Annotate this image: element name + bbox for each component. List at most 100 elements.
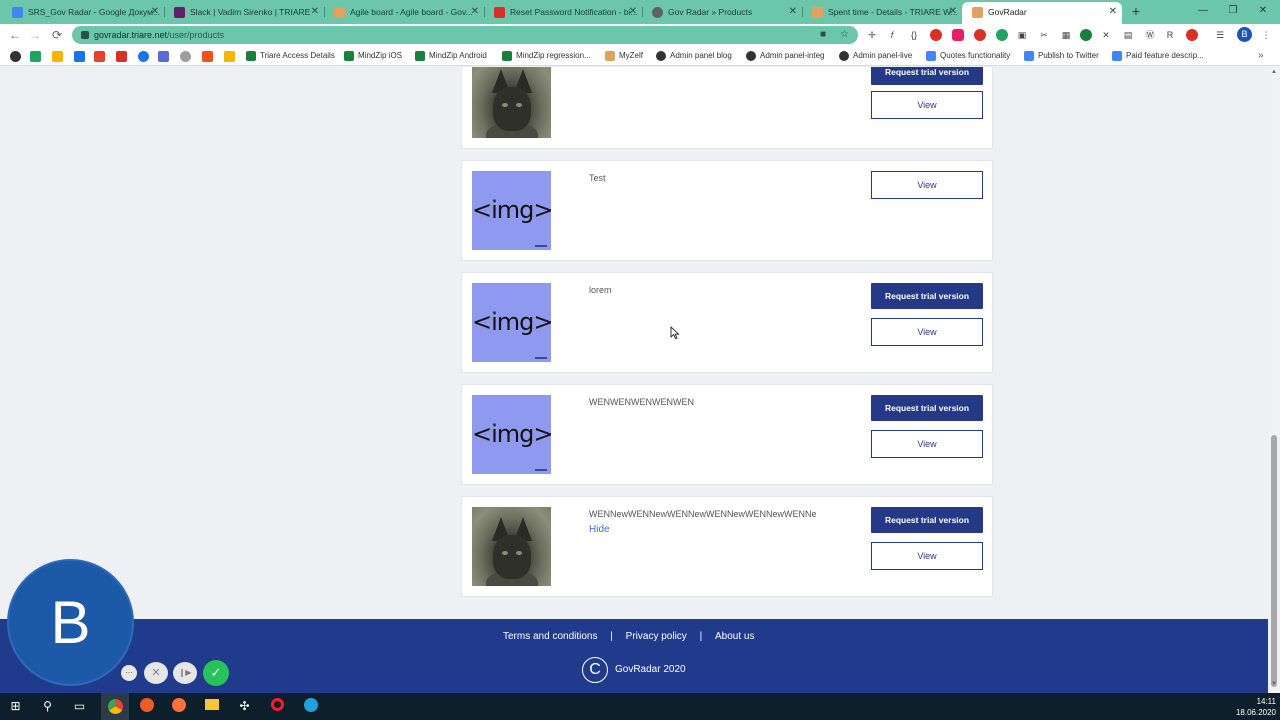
browser-tab-govradar[interactable]: GovRadar ✕ [962,2,1122,24]
bookmark-paid-feature[interactable]: Paid feature descrip... [1112,46,1204,66]
view-product-button[interactable]: View [871,91,983,119]
bookmark-icon[interactable] [158,51,169,62]
sync-extension-icon[interactable] [996,29,1008,41]
browser-tab-govradar-products[interactable]: Gov Radar » Products ✕ [642,2,802,24]
about-link[interactable]: About us [715,631,754,642]
image-extension-icon[interactable]: ▣ [1016,29,1028,41]
request-trial-button[interactable]: Request trial version [871,67,983,85]
request-trial-button[interactable]: Request trial version [871,395,983,421]
task-view-icon[interactable]: ▭ [71,698,88,715]
move-extension-icon[interactable]: ✛ [866,29,878,41]
code-extension-icon[interactable]: {} [908,29,920,41]
google-docs-icon [12,7,23,18]
view-product-button[interactable]: View [871,542,983,570]
bookmark-myzelf[interactable]: MyZelf [605,46,643,66]
google-drive-bookmark-icon[interactable] [30,51,41,62]
bookmark-icon[interactable] [52,51,63,62]
bookmark-admin-blog[interactable]: Admin panel blog [656,46,732,66]
browser-tab-srs-doc[interactable]: SRS_Gov Radar - Google Докум... ✕ [2,2,164,24]
address-bar[interactable]: govradar.triare.net/user/products ■ ☆ [72,26,858,44]
system-clock[interactable]: 14:11 18.06.2020 [1230,696,1276,718]
tools-extension-icon[interactable]: ✂ [1038,29,1050,41]
search-icon[interactable]: ⚲ [39,698,56,715]
view-product-button[interactable]: View [871,318,983,346]
document-extension-icon[interactable]: ▤ [1122,29,1134,41]
browser-menu-icon[interactable]: ⋮ [1260,29,1272,41]
opera-taskbar-icon[interactable] [269,698,286,715]
chrome-extension-icon[interactable] [974,29,986,41]
camera-icon[interactable]: ■ [820,28,826,42]
bookmark-mindzip-android[interactable]: MindZip Android [415,46,487,66]
reload-icon[interactable]: ⟳ [48,26,66,44]
slack-taskbar-icon[interactable]: ✣ [236,698,253,715]
browser-tab-agile-board[interactable]: Agile board - Agile board - Gov... ✕ [324,2,484,24]
apple-bookmark-icon[interactable] [10,51,21,62]
window-restore-button[interactable]: ❐ [1222,3,1244,19]
bookmark-icon[interactable] [116,51,127,62]
windows-start-icon[interactable]: ⊞ [7,698,24,715]
view-product-button[interactable]: View [871,171,983,199]
browser-tab-spent-time[interactable]: Spent time - Details - TRIARE W... ✕ [802,2,962,24]
bookmark-admin-integ[interactable]: Admin panel-integ [746,46,824,66]
scroll-down-icon[interactable]: ▼ [1271,681,1277,687]
bookmark-icon[interactable] [74,51,85,62]
privacy-link[interactable]: Privacy policy [626,631,687,642]
grid-extension-icon[interactable]: ▦ [1060,29,1072,41]
browser-tab-gmail[interactable]: Reset Password Notification - bi... ✕ [484,2,642,24]
firefox-taskbar-icon[interactable] [170,698,187,715]
close-tab-icon[interactable]: ✕ [949,2,957,22]
window-close-button[interactable]: ✕ [1252,3,1274,19]
back-arrow-icon[interactable]: ← [6,26,24,44]
adblock-extension-icon[interactable] [930,29,942,41]
r-extension-icon[interactable]: R [1164,29,1176,41]
new-tab-button[interactable]: + [1128,4,1144,20]
hide-description-link[interactable]: Hide [589,524,610,535]
evernote-extension-icon[interactable] [1080,29,1092,41]
window-minimize-button[interactable]: — [1192,3,1214,19]
profile-avatar[interactable]: B [1237,27,1252,42]
close-tab-icon[interactable]: ✕ [629,2,637,22]
recorder-more-button[interactable]: ··· [121,665,137,681]
bookmark-mindzip-ios[interactable]: MindZip iOS [344,46,402,66]
recorder-cancel-button[interactable]: ✕ [144,662,168,684]
figma-bookmark-icon[interactable] [202,51,213,62]
function-extension-icon[interactable]: f [886,29,898,41]
tab-label: Slack | Vadim Sirenko | TRIARE [190,7,311,17]
bookmark-icon[interactable] [224,51,235,62]
color-extension-icon[interactable] [952,29,964,41]
wordpress-extension-icon[interactable]: Ⓦ [1144,29,1156,41]
postman-taskbar-icon[interactable] [138,698,155,715]
scrollbar-thumb[interactable] [1271,435,1277,687]
reading-list-icon[interactable]: ☰ [1214,29,1226,41]
file-explorer-icon[interactable] [203,698,220,715]
close-tab-icon[interactable]: ✕ [1109,2,1117,22]
terms-link[interactable]: Terms and conditions [503,631,598,642]
request-trial-button[interactable]: Request trial version [871,283,983,309]
chrome-taskbar-icon[interactable] [101,693,129,720]
bookmark-quotes[interactable]: Quotes functionality [926,46,1010,66]
bookmark-twitter[interactable]: Publish to Twitter [1024,46,1099,66]
recorder-finish-button[interactable]: ✓ [203,660,229,686]
forward-arrow-icon[interactable]: → [26,26,44,44]
bookmark-triare-access[interactable]: Triare Access Details [246,46,335,66]
page-scrollbar[interactable]: ▲ ▼ [1268,67,1280,693]
edge-taskbar-icon[interactable] [302,698,319,715]
bookmark-mindzip-regression[interactable]: MindZip regression... [502,46,591,66]
browser-tab-slack[interactable]: Slack | Vadim Sirenko | TRIARE ✕ [164,2,324,24]
maps-bookmark-icon[interactable] [138,51,149,62]
close-tab-icon[interactable]: ✕ [471,2,479,22]
scroll-up-icon[interactable]: ▲ [1271,69,1277,75]
request-trial-button[interactable]: Request trial version [871,507,983,533]
close-tab-icon[interactable]: ✕ [789,2,797,22]
gitlab-bookmark-icon[interactable] [94,51,105,62]
opera-extension-icon[interactable] [1186,29,1198,41]
bookmark-star-icon[interactable]: ☆ [840,28,849,42]
view-product-button[interactable]: View [871,430,983,458]
excel-extension-icon[interactable]: ✕ [1100,29,1112,41]
bookmarks-overflow-icon[interactable]: » [1258,46,1264,66]
close-tab-icon[interactable]: ✕ [151,2,159,22]
close-tab-icon[interactable]: ✕ [311,2,319,22]
bookmark-admin-live[interactable]: Admin panel-live [839,46,912,66]
recorder-pause-button[interactable]: ❙▶ [173,662,197,684]
bookmark-icon[interactable] [180,51,191,62]
